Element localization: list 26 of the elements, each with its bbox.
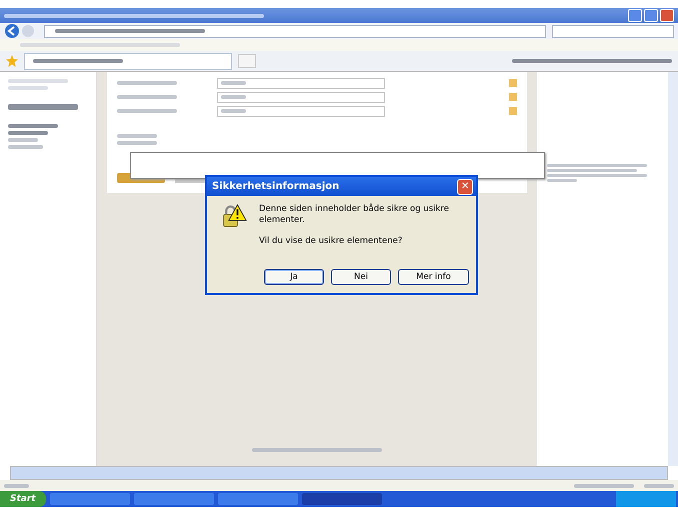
dialog-button[interactable]: Mer info xyxy=(398,269,469,285)
maximize-button[interactable] xyxy=(644,9,658,22)
input-field[interactable] xyxy=(217,78,385,88)
minimize-button[interactable] xyxy=(628,9,642,22)
browser-tab[interactable] xyxy=(24,52,232,70)
address-field[interactable] xyxy=(44,24,546,38)
taskbar-button[interactable] xyxy=(50,493,130,505)
input-field[interactable] xyxy=(217,92,385,102)
system-tray xyxy=(616,491,676,507)
dialog-question: Vil du vise de usikre elementene? xyxy=(259,236,404,247)
dialog-button[interactable]: Nei xyxy=(331,269,391,285)
dialog-button[interactable]: Ja xyxy=(264,269,324,285)
lock-warning-icon xyxy=(221,204,247,230)
taskbar-button[interactable] xyxy=(218,493,298,505)
taskbar-button[interactable] xyxy=(302,493,382,505)
horizontal-scrollbar[interactable] xyxy=(10,466,668,480)
input-field[interactable] xyxy=(217,106,385,116)
close-button[interactable] xyxy=(660,9,674,22)
search-field[interactable] xyxy=(552,24,674,38)
dialog-message: Denne siden inneholder både sikre og usikre elementer. xyxy=(259,204,450,226)
close-button[interactable]: ✕ xyxy=(457,178,473,194)
dialog-title: Sikkerhetsinformasjon xyxy=(212,181,340,192)
new-tab-button[interactable] xyxy=(238,54,256,68)
taskbar-button[interactable] xyxy=(134,493,214,505)
favorites-star-icon[interactable] xyxy=(6,55,18,67)
vertical-scrollbar[interactable] xyxy=(668,72,678,466)
